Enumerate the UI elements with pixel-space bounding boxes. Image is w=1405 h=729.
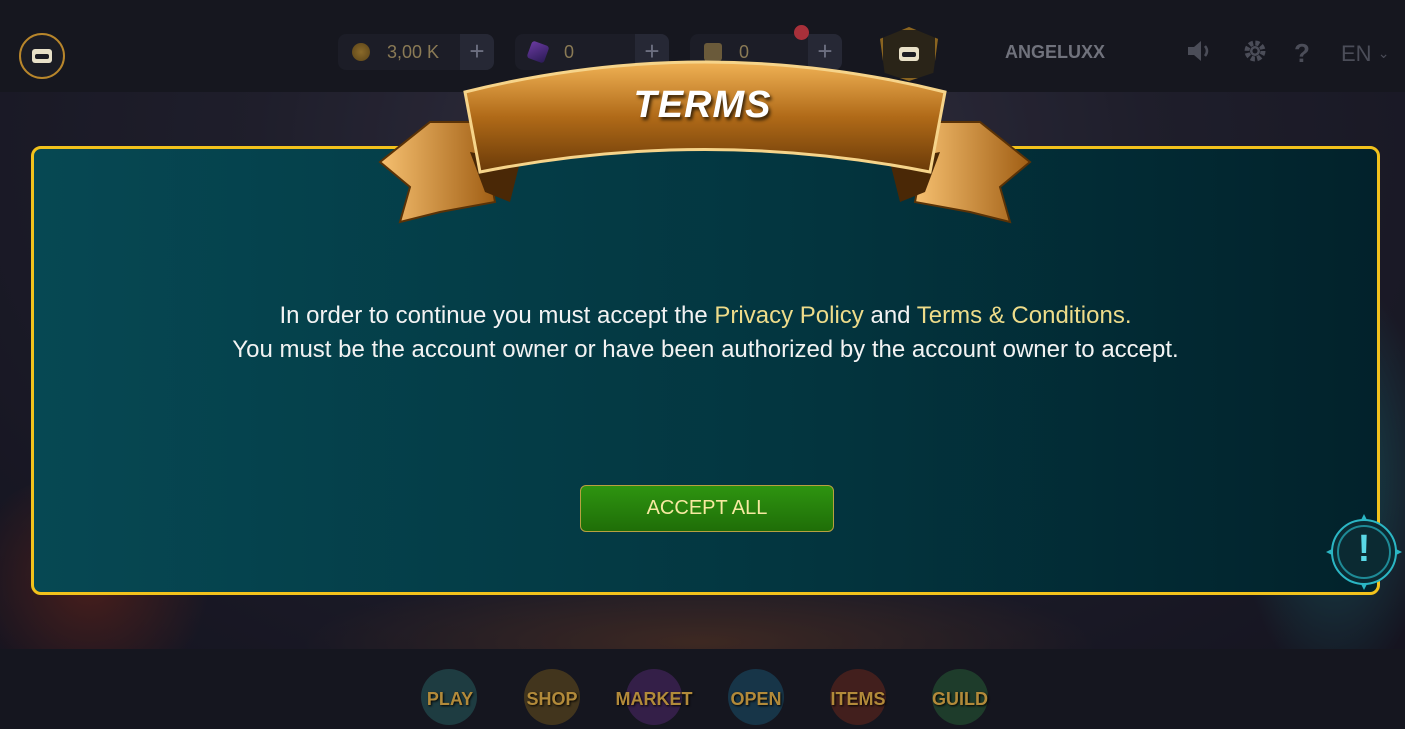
alert-icon: !	[1357, 528, 1371, 570]
nav-guild[interactable]: GUILD	[910, 689, 1010, 710]
gear-icon[interactable]	[1242, 38, 1268, 71]
privacy-policy-link[interactable]: Privacy Policy	[714, 302, 863, 329]
chevron-down-icon: ⌄	[1377, 45, 1390, 61]
game-logo[interactable]	[19, 33, 65, 79]
terms-banner-ribbon	[378, 60, 1032, 224]
notification-dot	[794, 25, 809, 40]
sound-icon[interactable]	[1186, 38, 1214, 71]
modal-title: TERMS	[633, 84, 772, 126]
nav-play[interactable]: PLAY	[400, 689, 500, 710]
bottom-nav: PLAY SHOP MARKET OPEN ITEMS GUILD	[0, 649, 1405, 729]
terms-line2-text: You must be the account owner or have be…	[232, 336, 1179, 363]
nav-market[interactable]: MARKET	[604, 689, 704, 710]
language-value: EN	[1341, 41, 1372, 66]
terms-line1-text: In order to continue you must accept the	[279, 302, 715, 329]
terms-conditions-link[interactable]: Terms & Conditions.	[917, 302, 1132, 329]
language-selector[interactable]: EN ⌄	[1341, 41, 1389, 67]
app-screen: 3,00 K + 0 + 0 + ANGELUXX ? EN ⌄ In orde…	[0, 0, 1405, 729]
nav-shop[interactable]: SHOP	[502, 689, 602, 710]
coin-icon	[352, 43, 370, 61]
fangs-logo-icon	[32, 49, 52, 63]
terms-and-text: and	[863, 302, 917, 329]
nav-open[interactable]: OPEN	[706, 689, 806, 710]
accept-all-button[interactable]: ACCEPT ALL	[580, 485, 834, 532]
terms-message: In order to continue you must accept the…	[34, 299, 1377, 367]
help-icon[interactable]: ?	[1294, 38, 1310, 69]
nav-items[interactable]: ITEMS	[808, 689, 908, 710]
